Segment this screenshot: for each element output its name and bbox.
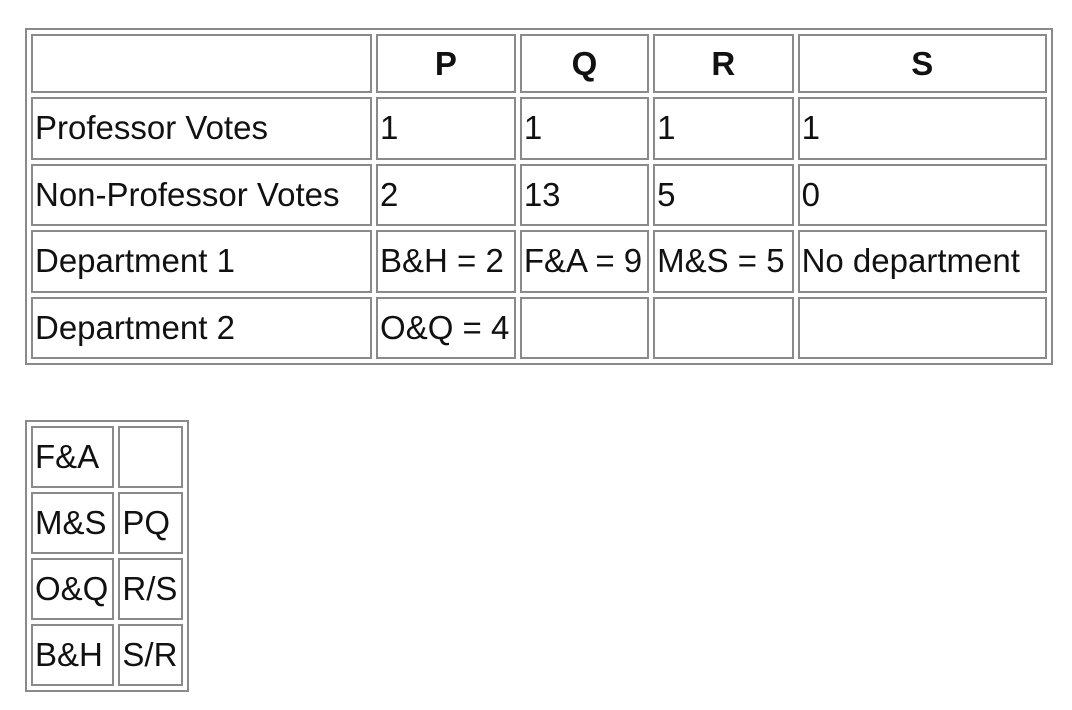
department-cell: B&H	[31, 624, 115, 686]
row-label: Department 1	[31, 230, 373, 293]
table-cell: 1	[376, 97, 516, 160]
table-row: Department 2 O&Q = 4	[31, 296, 1047, 359]
assignment-cell: S/R	[118, 624, 183, 686]
table-cell: F&A = 9	[519, 230, 650, 293]
assignment-cell	[118, 426, 183, 488]
table-cell: 13	[519, 163, 650, 226]
department-legend-table: F&A M&S PQ O&Q R/S B&H S/R	[25, 420, 189, 692]
table-cell: 5	[653, 163, 794, 226]
votes-table: P Q R S Professor Votes 1 1 1 1 Non-Prof…	[25, 28, 1053, 365]
row-label: Department 2	[31, 296, 373, 359]
table-cell	[797, 296, 1047, 359]
department-cell: M&S	[31, 492, 115, 554]
header-corner-cell	[31, 34, 373, 93]
table-row: F&A	[31, 426, 183, 488]
department-cell: O&Q	[31, 558, 115, 620]
header-row: P Q R S	[31, 34, 1047, 93]
table-row: O&Q R/S	[31, 558, 183, 620]
row-label: Professor Votes	[31, 97, 373, 160]
table-row: M&S PQ	[31, 492, 183, 554]
table-cell: M&S = 5	[653, 230, 794, 293]
row-label: Non-Professor Votes	[31, 163, 373, 226]
table-row: Non-Professor Votes 2 13 5 0	[31, 163, 1047, 226]
table-cell: No department	[797, 230, 1047, 293]
header-cell-r: R	[653, 34, 794, 93]
table-cell: 1	[797, 97, 1047, 160]
assignment-cell: PQ	[118, 492, 183, 554]
header-cell-p: P	[376, 34, 516, 93]
header-cell-q: Q	[519, 34, 650, 93]
table-cell: 2	[376, 163, 516, 226]
table-cell: B&H = 2	[376, 230, 516, 293]
table-cell: O&Q = 4	[376, 296, 516, 359]
table-row: Department 1 B&H = 2 F&A = 9 M&S = 5 No …	[31, 230, 1047, 293]
table-cell	[653, 296, 794, 359]
header-cell-s: S	[797, 34, 1047, 93]
department-cell: F&A	[31, 426, 115, 488]
table-row: Professor Votes 1 1 1 1	[31, 97, 1047, 160]
table-row: B&H S/R	[31, 624, 183, 686]
table-cell	[519, 296, 650, 359]
assignment-cell: R/S	[118, 558, 183, 620]
table-cell: 0	[797, 163, 1047, 226]
table-cell: 1	[519, 97, 650, 160]
table-cell: 1	[653, 97, 794, 160]
